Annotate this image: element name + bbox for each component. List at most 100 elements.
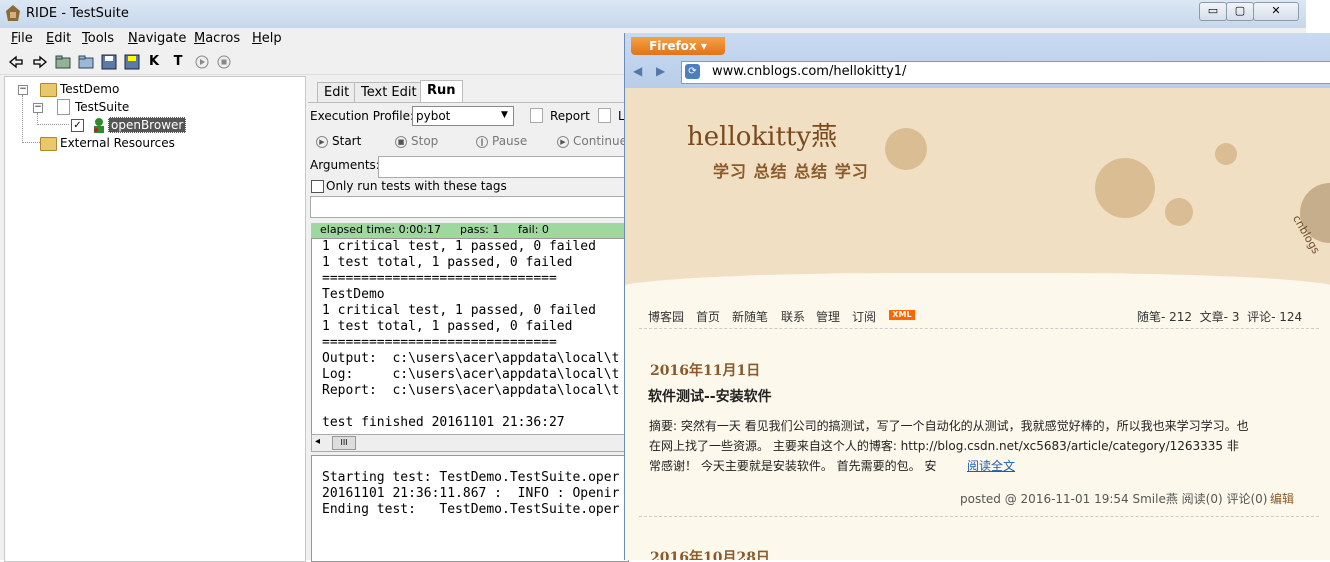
pause-button[interactable]: ‖ Pause: [476, 134, 527, 148]
nav-subscribe[interactable]: 订阅: [852, 308, 876, 325]
post-title[interactable]: 软件测试--安装软件: [648, 386, 772, 406]
menu-navigate[interactable]: Navigate: [128, 31, 186, 46]
xml-badge[interactable]: XML: [889, 310, 915, 320]
play-icon: ▶: [316, 135, 328, 148]
run-icon[interactable]: [194, 54, 210, 70]
robot-test-icon: [91, 117, 107, 133]
output-line: 1 test total, 1 passed, 0 failed: [322, 255, 573, 270]
expand-toggle[interactable]: −: [18, 85, 28, 95]
stop-button[interactable]: ■ Stop: [395, 134, 438, 148]
output-line: 1 critical test, 1 passed, 0 failed: [322, 239, 596, 254]
save-all-icon[interactable]: [124, 54, 140, 70]
start-label: Start: [332, 134, 362, 148]
menu-help[interactable]: Help: [252, 31, 282, 46]
output-line: ==============================: [322, 271, 557, 286]
output-line: Output: c:\users\acer\appdata\local\t: [322, 351, 620, 366]
test-checkbox[interactable]: ✓: [71, 119, 84, 132]
forward-icon[interactable]: [32, 54, 48, 70]
nav-home[interactable]: 首页: [696, 308, 720, 325]
scroll-left-icon[interactable]: ◂: [315, 436, 320, 447]
open-folder-icon[interactable]: [55, 54, 71, 70]
output-console[interactable]: 1 critical test, 1 passed, 0 failed 1 tes…: [311, 238, 629, 436]
file-icon: [57, 99, 70, 115]
output-line: TestDemo: [322, 287, 385, 302]
nav-bokeyuan[interactable]: 博客园: [648, 308, 684, 325]
post-summary-line-3: 常感谢！ 今天主要就是安装软件。 首先需要的包。 安: [649, 459, 937, 473]
keyword-search-icon[interactable]: K: [146, 54, 162, 70]
torn-edge: [625, 273, 1330, 313]
tree-node-testsuite[interactable]: TestSuite: [75, 100, 129, 114]
nav-new-post[interactable]: 新随笔: [732, 308, 768, 325]
menu-edit[interactable]: Edit: [46, 31, 71, 46]
stop-icon[interactable]: [216, 54, 232, 70]
log-icon: [598, 108, 611, 123]
forward-icon[interactable]: ▶: [656, 64, 665, 78]
horizontal-scrollbar[interactable]: ◂ III: [311, 434, 629, 452]
web-page: hellokitty燕 学习 总结 总结 学习 cnblogs 博客园 首页 新…: [625, 88, 1330, 560]
scroll-thumb[interactable]: III: [332, 436, 356, 450]
save-icon[interactable]: [101, 54, 117, 70]
test-tree: − TestDemo − TestSuite ✓ openBrower Exte…: [4, 76, 306, 562]
post-summary-line-1: 摘要: 突然有一天 看见我们公司的搞测试，写了一个自动化的从测试，我就感觉好棒的…: [649, 419, 1249, 433]
firefox-menu-button[interactable]: Firefox ▾: [631, 37, 725, 55]
output-line: Report: c:\users\acer\appdata\local\t: [322, 383, 620, 398]
only-run-tags-checkbox[interactable]: [311, 180, 324, 193]
coffee-stain: [1215, 143, 1237, 165]
dropdown-icon: ▾: [700, 39, 707, 53]
coffee-stain: [1095, 158, 1155, 218]
url-bar[interactable]: ⟳ www.cnblogs.com/hellokitty1/: [681, 61, 1330, 84]
continue-icon: ▶: [557, 135, 569, 148]
expand-toggle[interactable]: −: [33, 103, 43, 113]
blog-title[interactable]: hellokitty燕: [687, 116, 837, 153]
report-icon: [530, 108, 543, 123]
nav-contact[interactable]: 联系: [781, 308, 805, 325]
fail-count: fail: 0: [518, 223, 549, 236]
firefox-label: Firefox: [649, 39, 697, 53]
elapsed-time: elapsed time: 0:00:17: [320, 223, 441, 236]
url-text[interactable]: www.cnblogs.com/hellokitty1/: [712, 64, 906, 79]
site-identity-icon[interactable]: ⟳: [685, 64, 700, 79]
start-button[interactable]: ▶ Start: [316, 134, 361, 148]
continue-button[interactable]: ▶ Continue: [557, 134, 627, 148]
output-line: Log: c:\users\acer\appdata\local\t: [322, 367, 620, 382]
read-more-link[interactable]: 阅读全文: [967, 457, 1015, 474]
open-directory-icon[interactable]: [78, 54, 94, 70]
output-line: test finished 20161101 21:36:27: [322, 415, 565, 430]
maximize-button[interactable]: ▢: [1226, 2, 1254, 21]
test-search-icon[interactable]: T: [170, 54, 186, 70]
menu-file[interactable]: File: [11, 31, 33, 46]
pause-icon: ‖: [476, 135, 488, 148]
nav-manage[interactable]: 管理: [816, 308, 840, 325]
tab-edit[interactable]: Edit: [317, 82, 357, 103]
tab-run[interactable]: Run: [420, 80, 463, 103]
tree-node-external-resources[interactable]: External Resources: [60, 136, 175, 150]
arguments-label: Arguments:: [310, 158, 380, 172]
tree-node-testdemo[interactable]: TestDemo: [60, 82, 119, 96]
execution-profile-value: pybot: [416, 109, 451, 123]
report-button[interactable]: Report: [550, 109, 590, 123]
divider: [639, 516, 1319, 519]
log-console[interactable]: Starting test: TestDemo.TestSuite.oper 20…: [311, 455, 629, 562]
continue-label: Continue: [573, 134, 627, 148]
post-summary-line-2: 在网上找了一些资源。 主要来自这个人的博客: http://blog.csdn.…: [649, 439, 1239, 453]
arguments-input[interactable]: [378, 156, 626, 178]
tree-line: [22, 95, 24, 143]
tags-input[interactable]: [310, 196, 626, 218]
execution-profile-select[interactable]: pybot ▼: [412, 106, 514, 126]
close-button[interactable]: ✕: [1253, 2, 1299, 21]
tree-node-openbrower[interactable]: openBrower: [108, 117, 187, 133]
tab-text-edit[interactable]: Text Edit: [354, 82, 424, 103]
tree-line: [22, 142, 40, 144]
menu-tools[interactable]: Tools: [82, 31, 114, 46]
folder-icon: [40, 83, 57, 97]
edit-link[interactable]: 编辑: [1270, 490, 1294, 507]
minimize-button[interactable]: ▭: [1199, 2, 1227, 21]
ride-title-bar[interactable]: RIDE - TestSuite ▭ ▢ ✕: [0, 0, 1306, 29]
log-line: 20161101 21:36:11.867 : INFO : Openir: [322, 486, 620, 501]
back-icon[interactable]: [8, 54, 24, 70]
menu-macros[interactable]: Macros: [194, 31, 240, 46]
back-icon[interactable]: ◀: [633, 64, 642, 78]
tree-line: [37, 124, 69, 126]
window-title: RIDE - TestSuite: [26, 6, 129, 21]
coffee-stain: [1165, 198, 1193, 226]
